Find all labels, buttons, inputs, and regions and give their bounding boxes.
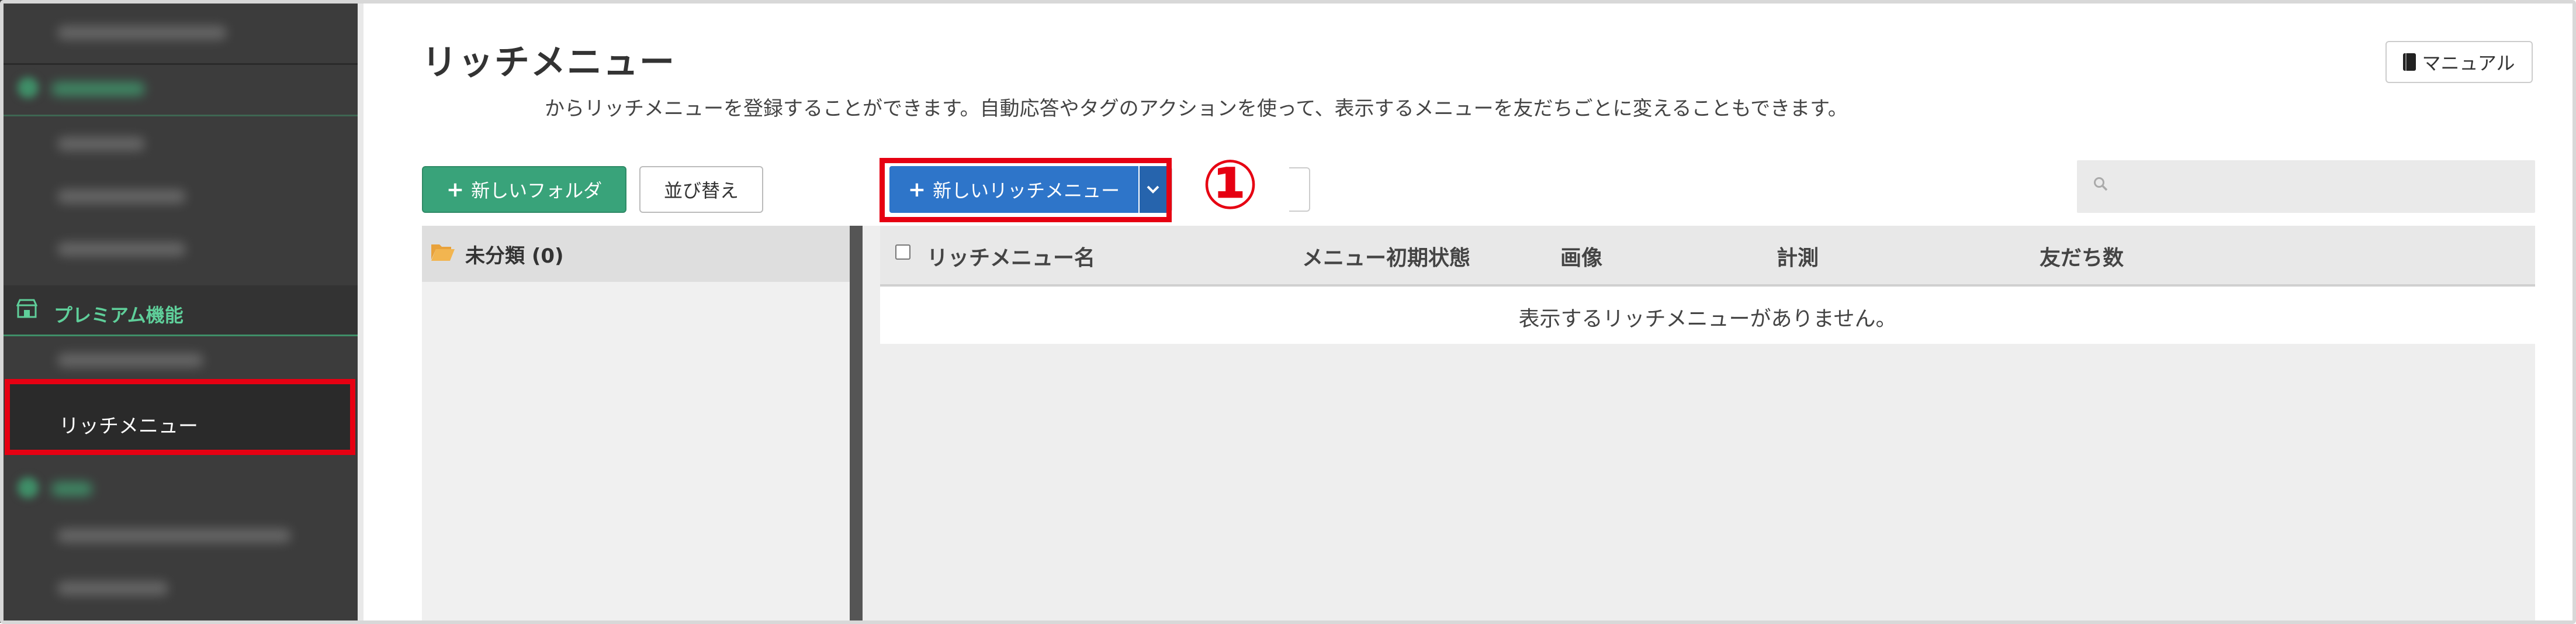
- blurred-label: [51, 82, 145, 96]
- chevron-down-icon: [1147, 185, 1159, 194]
- sidebar-section-premium[interactable]: プレミアム機能: [0, 285, 358, 335]
- sidebar-scrollbar[interactable]: [358, 0, 363, 623]
- table-header: リッチメニュー名 メニュー初期状態 画像 計測 友だち数: [880, 226, 2535, 287]
- empty-message: 表示するリッチメニューがありません。: [1518, 307, 1897, 331]
- search-input[interactable]: [2077, 160, 2535, 213]
- column-header-initial-state[interactable]: メニュー初期状態: [1302, 241, 1470, 271]
- new-folder-label: 新しいフォルダ: [471, 180, 603, 202]
- sidebar-item-blurred[interactable]: [0, 345, 358, 374]
- sidebar-divider: [0, 115, 358, 116]
- blurred-label: [57, 26, 227, 40]
- sidebar-item-blurred[interactable]: [0, 129, 358, 158]
- sidebar-section-blurred[interactable]: [0, 69, 358, 110]
- sidebar-divider: [0, 63, 358, 65]
- sidebar-section-label: プレミアム機能: [54, 304, 183, 326]
- blurred-label: [57, 581, 168, 595]
- column-header-image[interactable]: 画像: [1560, 241, 1602, 271]
- blurred-icon: [18, 77, 39, 98]
- table-empty-row: 表示するリッチメニューがありません。: [880, 287, 2535, 344]
- sidebar-item-label: リッチメニュー: [59, 415, 198, 438]
- sidebar-item-rich-menu[interactable]: リッチメニュー: [5, 379, 355, 455]
- select-all-checkbox[interactable]: [895, 244, 910, 260]
- book-icon: [2403, 53, 2416, 71]
- panel-splitter[interactable]: [850, 226, 863, 623]
- page-description: からリッチメニューを登録することができます。自動応答やタグのアクションを使って、…: [545, 97, 1848, 120]
- blurred-label: [57, 353, 203, 367]
- sort-button[interactable]: 並び替え: [639, 166, 763, 213]
- blurred-label: [57, 189, 186, 204]
- sidebar-item-blurred[interactable]: [0, 520, 358, 550]
- sidebar-section-blurred[interactable]: [0, 468, 358, 509]
- store-icon: [16, 299, 37, 318]
- sidebar-item-blurred[interactable]: [0, 18, 358, 47]
- sidebar: プレミアム機能 リッチメニュー: [0, 0, 358, 623]
- manual-button-label: マニュアル: [2422, 52, 2515, 74]
- blurred-label: [57, 242, 186, 256]
- new-rich-menu-label: 新しいリッチメニュー: [933, 180, 1120, 202]
- column-header-name[interactable]: リッチメニュー名: [927, 241, 1095, 271]
- new-folder-button[interactable]: + 新しいフォルダ: [422, 166, 626, 213]
- column-header-measurement[interactable]: 計測: [1777, 241, 1819, 271]
- plus-icon: +: [446, 177, 465, 202]
- step-annotation: ①: [1201, 146, 1259, 225]
- blurred-label: [51, 482, 92, 496]
- sort-label: 並び替え: [663, 180, 739, 202]
- rich-menu-table: リッチメニュー名 メニュー初期状態 画像 計測 友だち数 表示するリッチメニュー…: [863, 226, 2535, 623]
- manual-button[interactable]: マニュアル: [2385, 41, 2533, 83]
- folder-label: 未分類 (0): [465, 244, 564, 268]
- sidebar-item-blurred[interactable]: [0, 573, 358, 602]
- sidebar-item-blurred[interactable]: [0, 234, 358, 263]
- blurred-label: [57, 529, 291, 543]
- page-title: リッチメニュー: [422, 42, 676, 83]
- folder-item[interactable]: 未分類 (0): [422, 226, 856, 282]
- blurred-label: [57, 137, 145, 151]
- new-rich-menu-button[interactable]: + 新しいリッチメニュー: [889, 166, 1138, 213]
- plus-icon: +: [908, 177, 926, 202]
- new-rich-menu-dropdown-toggle[interactable]: [1140, 166, 1166, 213]
- folder-panel: 未分類 (0): [422, 226, 856, 623]
- sidebar-item-blurred[interactable]: [0, 181, 358, 211]
- blurred-icon: [18, 477, 39, 498]
- column-header-friends[interactable]: 友だち数: [2040, 241, 2124, 271]
- sidebar-divider: [0, 335, 358, 336]
- search-icon: [2094, 177, 2108, 191]
- folder-open-icon: [431, 244, 455, 261]
